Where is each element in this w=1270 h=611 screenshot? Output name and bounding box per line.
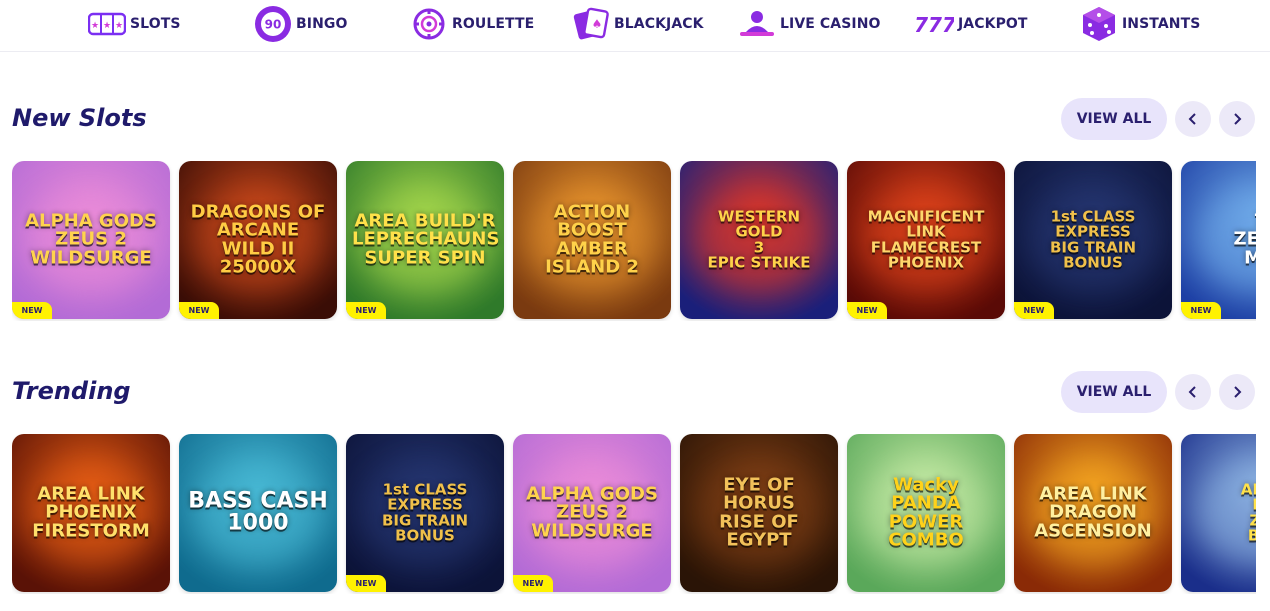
game-card[interactable]: AREA LINK DRAGON ASCENSION	[1014, 434, 1172, 592]
game-title: BASS CASH 1000	[188, 488, 328, 536]
game-card[interactable]: AMA LI ZE BO	[1181, 434, 1256, 592]
svg-text:★: ★	[103, 21, 111, 31]
chevron-right-icon	[1234, 386, 1242, 398]
section-title: New Slots	[12, 104, 147, 132]
game-card[interactable]: 1st CLASS EXPRESS BIG TRAIN BONUS NEW	[1014, 161, 1172, 319]
playing-cards-icon: ♠	[572, 6, 610, 42]
game-title: 7 ZEUS MA	[1233, 212, 1256, 269]
scroll-left-button[interactable]	[1175, 101, 1211, 137]
nav-item-jackpot[interactable]: 777 JACKPOT	[916, 6, 1028, 42]
nav-item-blackjack[interactable]: ♠ BLACKJACK	[572, 6, 704, 42]
new-badge: NEW	[1181, 302, 1221, 319]
chevron-left-icon	[1188, 386, 1196, 398]
game-card[interactable]: MAGNIFICENT LINK FLAMECREST PHOENIX NEW	[847, 161, 1005, 319]
game-row: AREA LINK PHOENIX FIRESTORM BASS CASH 100…	[12, 434, 1256, 594]
game-title: 1st CLASS EXPRESS BIG TRAIN BONUS	[381, 480, 469, 545]
nav-label: INSTANTS	[1122, 16, 1201, 32]
section-title: Trending	[12, 377, 131, 405]
svg-text:♠: ♠	[592, 17, 603, 31]
game-card[interactable]: DRAGONS OF ARCANE WILD II 25000X NEW	[179, 161, 337, 319]
game-card[interactable]: Wacky PANDA POWER COMBO	[847, 434, 1005, 592]
view-all-button[interactable]: VIEW ALL	[1061, 98, 1167, 140]
roulette-chip-icon	[410, 6, 448, 42]
game-card[interactable]: ACTION BOOST AMBER ISLAND 2	[513, 161, 671, 319]
game-title: ACTION BOOST AMBER ISLAND 2	[545, 201, 639, 278]
nav-item-slots[interactable]: ★ ★ ★ SLOTS	[88, 6, 181, 42]
new-badge: NEW	[179, 302, 219, 319]
game-title: MAGNIFICENT LINK FLAMECREST PHOENIX	[867, 207, 985, 272]
game-card[interactable]: BASS CASH 1000	[179, 434, 337, 592]
nav-item-roulette[interactable]: ROULETTE	[410, 6, 534, 42]
game-title: ALPHA GODS ZEUS 2 WILDSURGE	[25, 210, 157, 269]
scroll-right-button[interactable]	[1219, 374, 1255, 410]
svg-text:★: ★	[115, 21, 123, 31]
new-badge: NEW	[847, 302, 887, 319]
svg-text:777: 777	[916, 13, 954, 37]
game-title: EYE OF HORUS RISE OF EGYPT	[719, 474, 799, 551]
new-badge: NEW	[346, 575, 386, 592]
nav-label: SLOTS	[130, 16, 181, 32]
chevron-left-icon	[1188, 113, 1196, 125]
nav-label: ROULETTE	[452, 16, 535, 32]
game-card[interactable]: EYE OF HORUS RISE OF EGYPT	[680, 434, 838, 592]
scroll-left-button[interactable]	[1175, 374, 1211, 410]
dice-icon	[1080, 6, 1118, 42]
game-card[interactable]: AREA BUILD'R LEPRECHAUNS SUPER SPIN NEW	[346, 161, 504, 319]
game-card[interactable]: ALPHA GODS ZEUS 2 WILDSURGE NEW	[513, 434, 671, 592]
new-badge: NEW	[513, 575, 553, 592]
nav-label: BLACKJACK	[614, 16, 704, 32]
game-title: DRAGONS OF ARCANE WILD II 25000X	[190, 201, 326, 278]
new-badge: NEW	[1014, 302, 1054, 319]
nav-label: BINGO	[296, 16, 348, 32]
game-card[interactable]: 1st CLASS EXPRESS BIG TRAIN BONUS NEW	[346, 434, 504, 592]
new-badge: NEW	[346, 302, 386, 319]
game-title: 1st CLASS EXPRESS BIG TRAIN BONUS	[1049, 207, 1137, 272]
nav-item-bingo[interactable]: 90 BINGO	[254, 6, 348, 42]
game-row: ALPHA GODS ZEUS 2 WILDSURGE NEW DRAGONS OF…	[12, 161, 1256, 321]
slots-icon: ★ ★ ★	[88, 6, 126, 42]
nav-label: JACKPOT	[958, 16, 1028, 32]
game-title: AREA BUILD'R LEPRECHAUNS SUPER SPIN	[352, 210, 500, 269]
game-title: ALPHA GODS ZEUS 2 WILDSURGE	[526, 483, 658, 542]
svg-text:★: ★	[91, 21, 99, 31]
category-nav: ★ ★ ★ SLOTS 90 BINGO ROULETTE ♠ BLACKJACK …	[0, 0, 1270, 52]
game-title: AMA LI ZE BO	[1240, 480, 1256, 545]
game-title: WESTERN GOLD 3 EPIC STRIKE	[707, 207, 811, 272]
jackpot-777-icon: 777	[916, 6, 954, 42]
nav-item-instants[interactable]: INSTANTS	[1080, 6, 1200, 42]
game-title: AREA LINK DRAGON ASCENSION	[1034, 483, 1152, 542]
bingo-ball-icon: 90	[254, 6, 292, 42]
nav-label: LIVE CASINO	[780, 16, 881, 32]
game-title: Wacky PANDA POWER COMBO	[888, 474, 964, 551]
chevron-right-icon	[1234, 113, 1242, 125]
nav-item-live-casino[interactable]: LIVE CASINO	[738, 6, 881, 42]
svg-text:90: 90	[265, 18, 282, 32]
game-card[interactable]: WESTERN GOLD 3 EPIC STRIKE	[680, 161, 838, 319]
scroll-right-button[interactable]	[1219, 101, 1255, 137]
new-badge: NEW	[12, 302, 52, 319]
live-dealer-icon	[738, 6, 776, 42]
game-card[interactable]: ALPHA GODS ZEUS 2 WILDSURGE NEW	[12, 161, 170, 319]
game-card[interactable]: AREA LINK PHOENIX FIRESTORM	[12, 434, 170, 592]
game-title: AREA LINK PHOENIX FIRESTORM	[32, 483, 150, 542]
game-card[interactable]: 7 ZEUS MA NEW	[1181, 161, 1256, 319]
view-all-button[interactable]: VIEW ALL	[1061, 371, 1167, 413]
